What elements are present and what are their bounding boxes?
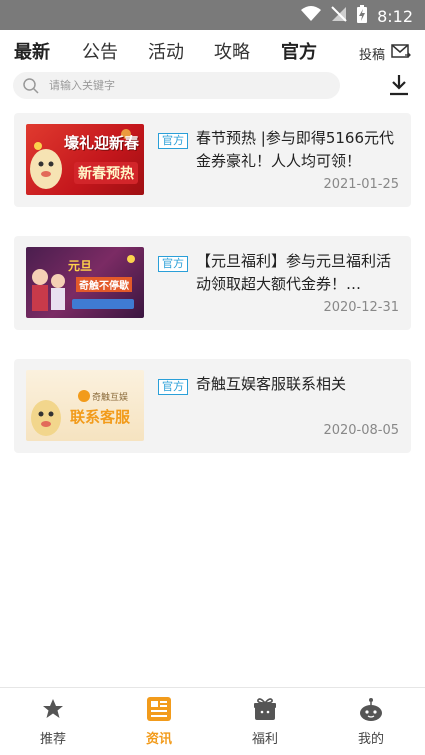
download-icon xyxy=(389,75,409,100)
article-date: 2021-01-25 xyxy=(323,177,399,192)
battery-icon xyxy=(357,5,368,27)
article-title[interactable]: 春节预热 |参与即得5166元代金券豪礼！人人均可领！ xyxy=(196,127,396,173)
article-thumbnail: 壕礼迎新春 新春预热 xyxy=(26,124,144,195)
mail-send-icon xyxy=(391,43,411,63)
nav-label: 福利 xyxy=(251,732,278,747)
thumb-brand: 奇触互娱 xyxy=(92,393,129,403)
tab-guides[interactable]: 攻略 xyxy=(214,38,250,64)
tab-events[interactable]: 活动 xyxy=(148,38,184,64)
thumb-title: 元旦 xyxy=(68,259,93,273)
contribute-label: 投稿 xyxy=(358,47,385,63)
search-bar[interactable] xyxy=(13,72,340,99)
thumb-subtitle: 奇触不停歇 xyxy=(76,277,132,292)
download-button[interactable] xyxy=(389,74,409,100)
thumb-title: 壕礼迎新春 xyxy=(64,134,140,152)
thumb-subtitle: 联系客服 xyxy=(70,408,131,426)
tab-latest[interactable]: 最新 xyxy=(14,38,50,64)
wifi-icon xyxy=(301,6,322,26)
article-card[interactable]: 元旦 奇触不停歇 官方 【元旦福利】参与元旦福利活动领取超大额代金券！… 202… xyxy=(14,236,411,330)
no-signal-icon xyxy=(331,6,347,26)
tab-announcement[interactable]: 公告 xyxy=(82,38,118,64)
status-time: 8:12 xyxy=(377,6,413,26)
status-bar: 8:12 xyxy=(0,0,425,30)
bottom-navigation: 推荐 资讯 福利 我的 xyxy=(0,687,425,755)
nav-profile[interactable]: 我的 xyxy=(341,696,401,747)
official-badge: 官方 xyxy=(158,379,188,395)
contribute-button[interactable]: 投稿 xyxy=(359,43,411,63)
article-title[interactable]: 奇触互娱客服联系相关 xyxy=(196,373,396,396)
news-icon xyxy=(129,696,189,722)
nav-news[interactable]: 资讯 xyxy=(129,696,189,747)
star-icon xyxy=(23,696,83,722)
gift-icon xyxy=(235,696,295,722)
article-title[interactable]: 【元旦福利】参与元旦福利活动领取超大额代金券！… xyxy=(196,250,396,296)
search-input[interactable] xyxy=(49,76,329,95)
thumb-subtitle: 新春预热 xyxy=(74,162,138,184)
nav-label: 我的 xyxy=(357,732,384,747)
nav-label: 推荐 xyxy=(39,732,66,747)
robot-icon xyxy=(341,696,401,722)
article-thumbnail: 奇触互娱 联系客服 xyxy=(26,370,144,441)
nav-benefits[interactable]: 福利 xyxy=(235,696,295,747)
nav-recommend[interactable]: 推荐 xyxy=(23,696,83,747)
article-date: 2020-12-31 xyxy=(323,300,399,315)
tab-official[interactable]: 官方 xyxy=(281,38,317,64)
article-date: 2020-08-05 xyxy=(323,423,399,438)
status-icons: 8:12 xyxy=(301,5,413,27)
official-badge: 官方 xyxy=(158,133,188,149)
official-badge: 官方 xyxy=(158,256,188,272)
article-card[interactable]: 壕礼迎新春 新春预热 官方 春节预热 |参与即得5166元代金券豪礼！人人均可领… xyxy=(14,113,411,207)
search-icon xyxy=(22,77,40,99)
article-card[interactable]: 奇触互娱 联系客服 官方 奇触互娱客服联系相关 2020-08-05 xyxy=(14,359,411,453)
nav-label: 资讯 xyxy=(145,732,172,747)
article-thumbnail: 元旦 奇触不停歇 xyxy=(26,247,144,318)
